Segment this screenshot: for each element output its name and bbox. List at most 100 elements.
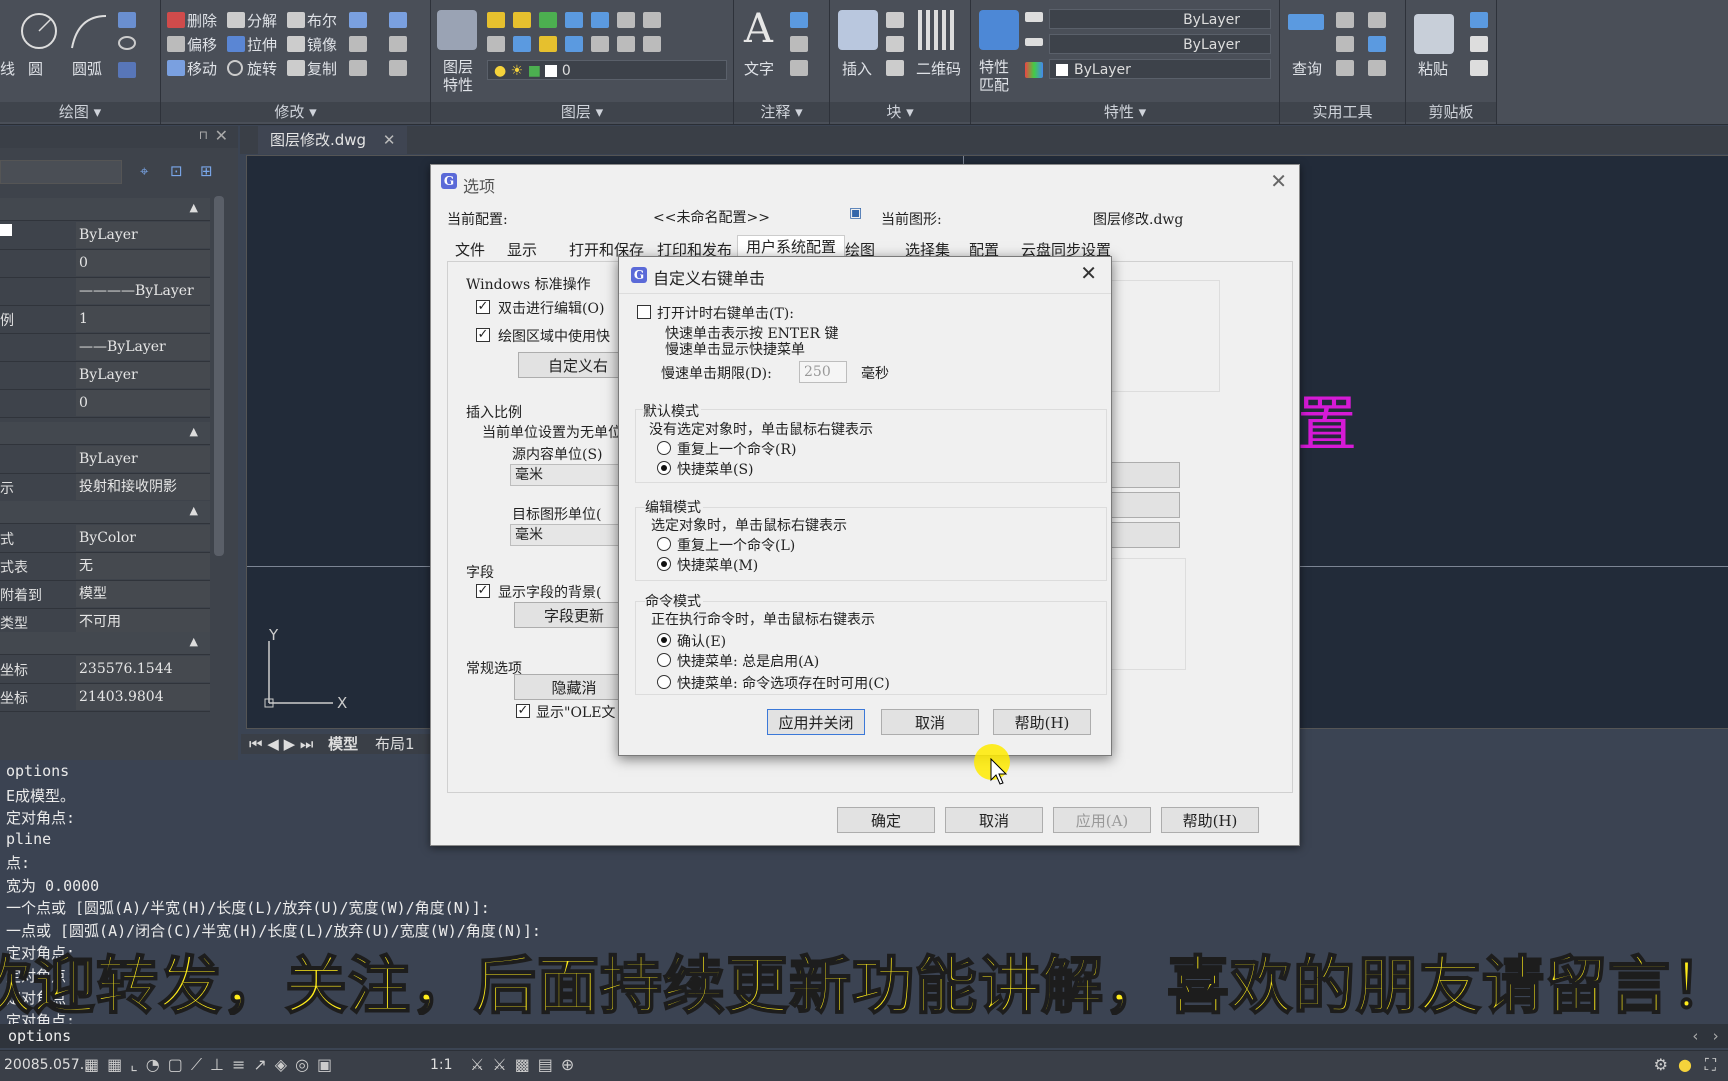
circle-icon[interactable]: [18, 10, 60, 52]
lineweight-dropdown[interactable]: ByLayer: [1049, 9, 1271, 29]
gradient-icon[interactable]: [118, 62, 136, 78]
paste-button[interactable]: 粘贴: [1418, 58, 1448, 79]
property-row[interactable]: ByLayer: [0, 222, 210, 250]
linetype-dropdown[interactable]: ByLayer: [1049, 34, 1271, 54]
scroll-left-icon[interactable]: ‹: [1691, 1024, 1700, 1048]
annotation-scale[interactable]: 1:1: [430, 1057, 453, 1073]
dimension-icon[interactable]: [790, 60, 808, 76]
model-tab[interactable]: 模型: [328, 735, 358, 753]
options-help-button[interactable]: 帮助(H): [1161, 807, 1259, 833]
layer-copy-icon[interactable]: [643, 36, 661, 52]
match-properties-icon[interactable]: [979, 10, 1019, 50]
close-tab-icon[interactable]: ✕: [383, 131, 396, 149]
draw-group-title[interactable]: 绘图 ▾: [0, 102, 160, 122]
angle-icon[interactable]: [1336, 12, 1354, 28]
target-units-select[interactable]: 毫米: [510, 524, 630, 546]
point-icon[interactable]: [1336, 60, 1354, 76]
delete-button[interactable]: 删除: [187, 10, 217, 31]
command-input[interactable]: options ‹ ›: [0, 1024, 1728, 1048]
property-row[interactable]: 示 投射和接收阴影: [0, 474, 210, 502]
scroll-right-icon[interactable]: ›: [1711, 1024, 1720, 1048]
qrcode-button[interactable]: 二维码: [916, 58, 961, 79]
arc-icon[interactable]: [68, 10, 110, 52]
property-row[interactable]: ————ByLayer: [0, 278, 210, 306]
table-icon[interactable]: [790, 12, 808, 28]
layer-iso-icon[interactable]: [487, 36, 505, 52]
source-units-select[interactable]: 毫米: [510, 464, 630, 486]
status-more-icons[interactable]: ⚔⚔▩▤⊕: [470, 1055, 582, 1074]
select3-icon[interactable]: [1368, 60, 1386, 76]
arc-button[interactable]: 圆弧: [72, 58, 102, 79]
color-dropdown[interactable]: ByLayer: [1049, 59, 1271, 79]
property-row[interactable]: 式表 无: [0, 553, 210, 581]
layer-uniso-icon[interactable]: [513, 36, 531, 52]
offset-button[interactable]: 偏移: [187, 34, 217, 55]
cmd-menu-always-radio[interactable]: [657, 653, 671, 667]
calculator-icon[interactable]: [1336, 36, 1354, 52]
line-button[interactable]: 线: [0, 58, 15, 79]
field-bg-checkbox[interactable]: ✓: [476, 584, 490, 598]
cut-icon[interactable]: [1470, 36, 1488, 52]
property-row[interactable]: 坐标 235576.1544: [0, 656, 210, 684]
rc-close-icon[interactable]: ✕: [1080, 261, 1097, 285]
hide-messages-button[interactable]: 隐藏消: [514, 674, 634, 700]
property-value[interactable]: 投射和接收阴影: [76, 474, 210, 500]
copy-button[interactable]: 复制: [307, 58, 337, 79]
select-objects-icon[interactable]: ⊡: [170, 162, 183, 180]
pickadd-icon[interactable]: ⊞: [200, 162, 213, 180]
layer-walk-icon[interactable]: [565, 36, 583, 52]
general-section-header[interactable]: ▲: [0, 198, 210, 221]
copy-clip-icon[interactable]: [1470, 12, 1488, 28]
annotate-group-title[interactable]: 注释 ▾: [734, 102, 829, 122]
query-button[interactable]: 查询: [1292, 58, 1322, 79]
options-cancel-button[interactable]: 取消: [945, 807, 1043, 833]
layer-off-icon[interactable]: [513, 12, 531, 28]
clipboard-group-title[interactable]: 剪贴板: [1406, 102, 1496, 122]
property-value[interactable]: ByLayer: [76, 446, 210, 472]
move-button[interactable]: 移动: [187, 58, 217, 79]
layout1-tab[interactable]: 布局1: [375, 735, 415, 753]
insert-block-icon[interactable]: [838, 10, 878, 50]
3d-section-header[interactable]: ▲: [0, 422, 210, 445]
property-value[interactable]: 无: [76, 553, 210, 579]
select-icon[interactable]: [1368, 12, 1386, 28]
block-edit-icon[interactable]: [886, 36, 904, 52]
circle-button[interactable]: 圆: [28, 58, 43, 79]
layer-match-icon[interactable]: [591, 12, 609, 28]
layer-state-icon[interactable]: [643, 12, 661, 28]
paste-icon[interactable]: [1414, 14, 1454, 54]
explode-button[interactable]: 分解: [247, 10, 277, 31]
fullscreen-icon[interactable]: ⛶: [1705, 1055, 1716, 1075]
default-repeat-radio[interactable]: [657, 441, 671, 455]
property-value[interactable]: 1: [76, 306, 210, 332]
edit-repeat-radio[interactable]: [657, 537, 671, 551]
layer-dropdown[interactable]: ● ☀ ■ 0: [487, 60, 727, 80]
copy-base-icon[interactable]: [1470, 60, 1488, 76]
property-value[interactable]: ByLayer: [76, 362, 210, 388]
apply-close-button[interactable]: 应用并关闭: [767, 709, 865, 735]
layer-lock2-icon[interactable]: [539, 36, 557, 52]
property-value[interactable]: ByLayer: [76, 222, 210, 248]
property-row[interactable]: 例1: [0, 306, 210, 334]
options-close-icon[interactable]: ✕: [1270, 169, 1287, 193]
text-button[interactable]: 文字: [744, 58, 774, 79]
qrcode-icon[interactable]: [918, 10, 958, 50]
property-value[interactable]: ByColor: [76, 525, 210, 551]
property-row[interactable]: 坐标 21403.9804: [0, 684, 210, 712]
extend-icon[interactable]: [349, 60, 367, 76]
property-value[interactable]: 模型: [76, 581, 210, 607]
options-tab-1[interactable]: 显示: [499, 239, 545, 261]
lightbulb-status-icon[interactable]: ●: [1678, 1055, 1692, 1074]
modify-group-title[interactable]: 修改 ▾: [161, 102, 430, 122]
property-value[interactable]: ——ByLayer: [76, 334, 210, 360]
leader-icon[interactable]: [790, 36, 808, 52]
close-palette-icon[interactable]: ✕: [215, 126, 228, 145]
layer-lock-icon[interactable]: [539, 12, 557, 28]
property-value[interactable]: 21403.9804: [76, 684, 210, 710]
select2-icon[interactable]: [1368, 36, 1386, 52]
document-tab[interactable]: 图层修改.dwg ✕: [258, 126, 408, 154]
quick-select-icon[interactable]: ⌖: [140, 162, 148, 180]
match-properties-button[interactable]: 特性 匹配: [979, 58, 1009, 94]
property-value[interactable]: ————ByLayer: [76, 278, 210, 304]
dblclick-edit-checkbox[interactable]: ✓: [476, 300, 490, 314]
